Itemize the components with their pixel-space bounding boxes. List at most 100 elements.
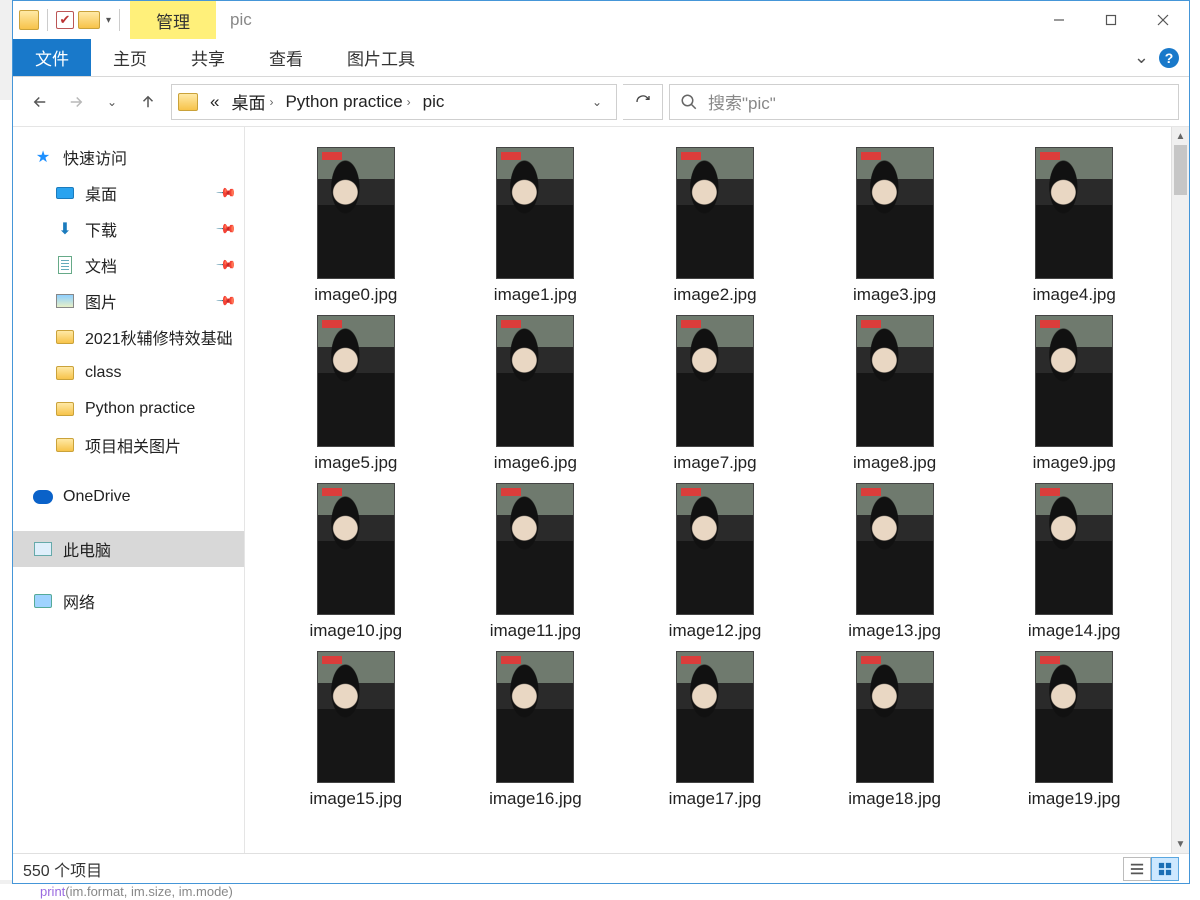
tab-file[interactable]: 文件 bbox=[13, 39, 91, 76]
file-label: image17.jpg bbox=[669, 789, 762, 809]
recent-locations-dropdown-icon[interactable]: ⌄ bbox=[99, 89, 125, 115]
sidebar-quick-access[interactable]: ★ 快速访问 bbox=[13, 139, 244, 175]
qat-dropdown-icon[interactable]: ▾ bbox=[106, 15, 111, 26]
file-item[interactable]: image9.jpg bbox=[993, 315, 1155, 473]
file-item[interactable]: image3.jpg bbox=[814, 147, 976, 305]
pin-icon: 📌 bbox=[215, 290, 238, 313]
chevron-right-icon: › bbox=[269, 95, 273, 109]
file-item[interactable]: image5.jpg bbox=[275, 315, 437, 473]
sidebar-item-desktop[interactable]: 桌面 📌 bbox=[13, 175, 244, 211]
file-thumbnail bbox=[1035, 315, 1113, 447]
file-item[interactable]: image12.jpg bbox=[634, 483, 796, 641]
sidebar-item-folder-2[interactable]: Python practice bbox=[13, 391, 244, 427]
address-bar-row: ⌄ « 桌面› Python practice› pic ⌄ 搜索"pic" bbox=[13, 77, 1189, 127]
file-thumbnail bbox=[317, 315, 395, 447]
file-label: image15.jpg bbox=[309, 789, 402, 809]
file-label: image16.jpg bbox=[489, 789, 582, 809]
file-item[interactable]: image7.jpg bbox=[634, 315, 796, 473]
file-thumbnail bbox=[856, 483, 934, 615]
background-right-strip bbox=[1190, 0, 1200, 900]
file-label: image12.jpg bbox=[669, 621, 762, 641]
pc-icon bbox=[34, 542, 52, 556]
file-label: image4.jpg bbox=[1033, 285, 1116, 305]
forward-button[interactable] bbox=[63, 89, 89, 115]
file-item[interactable]: image2.jpg bbox=[634, 147, 796, 305]
file-item[interactable]: image4.jpg bbox=[993, 147, 1155, 305]
breadcrumb-overflow[interactable]: « bbox=[206, 90, 223, 114]
scroll-thumb[interactable] bbox=[1174, 145, 1187, 195]
file-label: image5.jpg bbox=[314, 453, 397, 473]
file-item[interactable]: image19.jpg bbox=[993, 651, 1155, 809]
folder-icon bbox=[56, 366, 74, 380]
sidebar-item-folder-1[interactable]: class bbox=[13, 355, 244, 391]
scroll-up-icon[interactable]: ▲ bbox=[1172, 127, 1189, 145]
search-placeholder: 搜索"pic" bbox=[708, 89, 776, 114]
file-item[interactable]: image16.jpg bbox=[455, 651, 617, 809]
file-item[interactable]: image14.jpg bbox=[993, 483, 1155, 641]
ribbon-expand-chevron-icon[interactable]: ⌄ bbox=[1134, 47, 1149, 68]
sidebar-onedrive[interactable]: OneDrive bbox=[13, 479, 244, 515]
sidebar-item-documents[interactable]: 文档 📌 bbox=[13, 247, 244, 283]
minimize-button[interactable] bbox=[1033, 1, 1085, 39]
breadcrumb-seg-pic[interactable]: pic bbox=[419, 90, 449, 114]
up-button[interactable] bbox=[135, 89, 161, 115]
search-input[interactable]: 搜索"pic" bbox=[669, 84, 1179, 120]
sidebar-item-pictures[interactable]: 图片 📌 bbox=[13, 283, 244, 319]
sidebar-item-folder-3[interactable]: 项目相关图片 bbox=[13, 427, 244, 463]
file-item[interactable]: image15.jpg bbox=[275, 651, 437, 809]
maximize-button[interactable] bbox=[1085, 1, 1137, 39]
breadcrumb-dropdown-icon[interactable]: ⌄ bbox=[584, 95, 610, 109]
tab-share[interactable]: 共享 bbox=[169, 39, 247, 76]
window-controls bbox=[1033, 1, 1189, 39]
breadcrumb-seg-desktop[interactable]: 桌面› bbox=[227, 87, 277, 116]
file-item[interactable]: image17.jpg bbox=[634, 651, 796, 809]
breadcrumb-folder-icon bbox=[178, 93, 198, 111]
quick-access-toolbar: ✔ ▾ bbox=[13, 1, 130, 39]
qat-open-folder-icon[interactable] bbox=[78, 11, 100, 29]
sidebar-item-label: 快速访问 bbox=[63, 145, 127, 169]
tab-picture-tools[interactable]: 图片工具 bbox=[325, 39, 437, 76]
sidebar-item-folder-0[interactable]: 2021秋辅修特效基础 bbox=[13, 319, 244, 355]
refresh-button[interactable] bbox=[623, 84, 663, 120]
file-item[interactable]: image6.jpg bbox=[455, 315, 617, 473]
view-details-button[interactable] bbox=[1123, 857, 1151, 881]
file-item[interactable]: image11.jpg bbox=[455, 483, 617, 641]
file-label: image7.jpg bbox=[673, 453, 756, 473]
search-icon bbox=[680, 93, 698, 111]
file-item[interactable]: image8.jpg bbox=[814, 315, 976, 473]
back-button[interactable] bbox=[27, 89, 53, 115]
file-label: image2.jpg bbox=[673, 285, 756, 305]
sidebar-item-label: 文档 bbox=[85, 253, 117, 277]
breadcrumb-seg-python-practice[interactable]: Python practice› bbox=[281, 90, 414, 114]
help-icon[interactable]: ? bbox=[1159, 48, 1179, 68]
file-item[interactable]: image10.jpg bbox=[275, 483, 437, 641]
sidebar: ★ 快速访问 桌面 📌 ⬇ 下载 📌 文档 📌 图片 📌 bbox=[13, 127, 245, 853]
file-item[interactable]: image1.jpg bbox=[455, 147, 617, 305]
file-thumbnail bbox=[317, 483, 395, 615]
view-toggle bbox=[1123, 857, 1179, 881]
file-item[interactable]: image0.jpg bbox=[275, 147, 437, 305]
sidebar-item-label: 网络 bbox=[63, 589, 95, 613]
scroll-down-icon[interactable]: ▼ bbox=[1172, 835, 1189, 853]
app-folder-icon[interactable] bbox=[19, 10, 39, 30]
tab-home[interactable]: 主页 bbox=[91, 39, 169, 76]
breadcrumb[interactable]: « 桌面› Python practice› pic ⌄ bbox=[171, 84, 617, 120]
file-label: image18.jpg bbox=[848, 789, 941, 809]
vertical-scrollbar[interactable]: ▲ ▼ bbox=[1171, 127, 1189, 853]
file-label: image9.jpg bbox=[1033, 453, 1116, 473]
pin-icon: 📌 bbox=[215, 182, 238, 205]
folder-icon bbox=[56, 330, 74, 344]
tab-view[interactable]: 查看 bbox=[247, 39, 325, 76]
background-left-strip bbox=[0, 100, 12, 880]
star-icon: ★ bbox=[33, 149, 53, 165]
sidebar-this-pc[interactable]: 此电脑 bbox=[13, 531, 244, 567]
file-thumbnail bbox=[856, 315, 934, 447]
file-item[interactable]: image18.jpg bbox=[814, 651, 976, 809]
close-button[interactable] bbox=[1137, 1, 1189, 39]
qat-properties-icon[interactable]: ✔ bbox=[56, 11, 74, 29]
file-item[interactable]: image13.jpg bbox=[814, 483, 976, 641]
sidebar-network[interactable]: 网络 bbox=[13, 583, 244, 619]
folder-icon bbox=[56, 438, 74, 452]
view-thumbnails-button[interactable] bbox=[1151, 857, 1179, 881]
sidebar-item-downloads[interactable]: ⬇ 下载 📌 bbox=[13, 211, 244, 247]
